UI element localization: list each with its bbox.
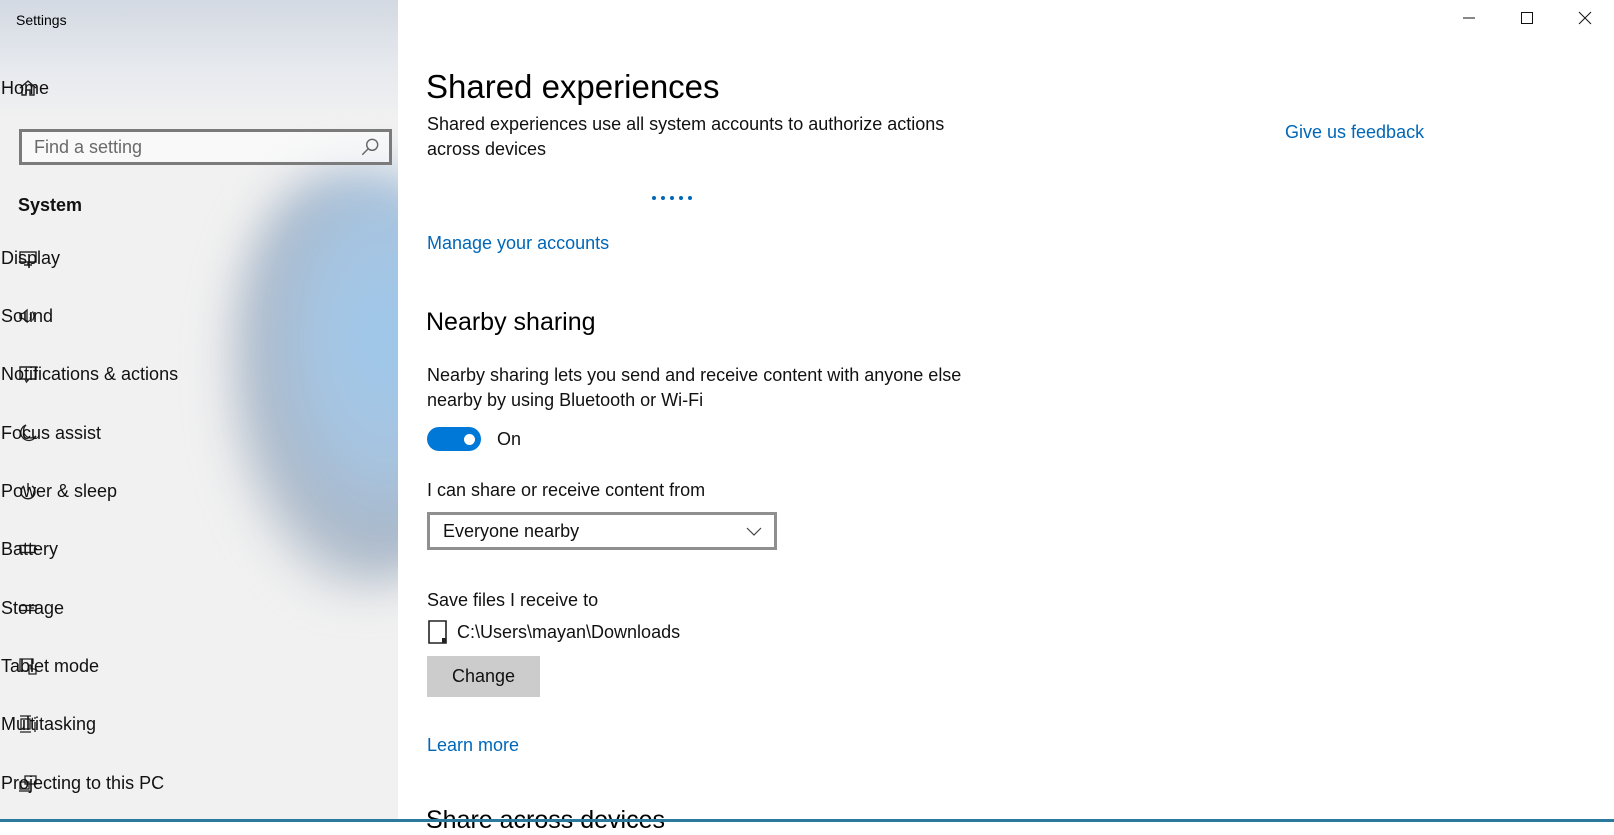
nearby-sharing-toggle[interactable] [427, 427, 481, 451]
sidebar-item-label: Display [1, 247, 61, 268]
loading-dot [688, 196, 692, 200]
loading-dots-indicator [652, 196, 692, 200]
manage-accounts-link[interactable]: Manage your accounts [427, 233, 609, 254]
sidebar-item-label: Sound [1, 305, 54, 326]
sidebar-item-label: Battery [1, 538, 59, 559]
minimize-button[interactable] [1440, 0, 1498, 36]
sidebar-item-label: Tablet mode [1, 655, 100, 676]
save-path-row: C:\Users\mayan\Downloads [427, 619, 680, 645]
sidebar-section-system: System [18, 195, 83, 215]
change-button[interactable]: Change [427, 656, 540, 697]
folder-drive-icon [428, 620, 447, 644]
nearby-sharing-description: Nearby sharing lets you send and receive… [427, 365, 962, 410]
sidebar-item-projecting[interactable]: Projecting to this PC [0, 761, 398, 805]
sidebar-item-sound[interactable]: Sound [0, 294, 398, 338]
sidebar-item-display[interactable]: Display [0, 236, 398, 280]
chevron-down-icon [746, 527, 762, 536]
nearby-sharing-heading: Nearby sharing [426, 308, 596, 336]
share-from-label: I can share or receive content from [427, 480, 706, 500]
loading-dot [661, 196, 665, 200]
minimize-icon [1463, 17, 1475, 19]
save-path: C:\Users\mayan\Downloads [457, 621, 681, 642]
search-input[interactable] [22, 135, 359, 159]
sidebar-item-multitasking[interactable]: Multitasking [0, 702, 398, 746]
maximize-button[interactable] [1498, 0, 1556, 36]
sidebar-item-home[interactable]: Home [0, 66, 398, 110]
share-from-dropdown[interactable]: Everyone nearby [427, 512, 777, 550]
sidebar-item-label: Focus assist [1, 422, 102, 443]
dropdown-selected-value: Everyone nearby [443, 520, 580, 541]
close-icon [1578, 11, 1592, 25]
close-button[interactable] [1556, 0, 1614, 36]
sidebar-item-battery[interactable]: Battery [0, 527, 398, 571]
search-box[interactable] [19, 129, 392, 165]
app-title: Settings [16, 12, 67, 28]
toggle-state-label: On [497, 429, 522, 449]
sidebar-item-notifications[interactable]: Notifications & actions [0, 352, 398, 396]
window-controls [1440, 0, 1614, 36]
give-feedback-link[interactable]: Give us feedback [1285, 122, 1424, 143]
loading-dot [652, 196, 656, 200]
sidebar: Settings Home System Display Sound Notif… [0, 0, 398, 822]
sidebar-item-label: Storage [1, 597, 65, 618]
sidebar-item-focus-assist[interactable]: Focus assist [0, 411, 398, 455]
learn-more-link[interactable]: Learn more [427, 735, 519, 756]
shared-experiences-description: Shared experiences use all system accoun… [427, 114, 945, 159]
loading-dot [679, 196, 683, 200]
sidebar-item-label: Projecting to this PC [1, 772, 165, 793]
sidebar-item-label: Home [1, 77, 50, 98]
loading-dot [670, 196, 674, 200]
save-to-label: Save files I receive to [427, 590, 599, 610]
sidebar-item-label: Multitasking [1, 713, 97, 734]
sidebar-item-power-sleep[interactable]: Power & sleep [0, 469, 398, 513]
sidebar-item-tablet-mode[interactable]: Tablet mode [0, 644, 398, 688]
toggle-knob [464, 434, 475, 445]
page-title: Shared experiences [426, 68, 720, 105]
sidebar-item-storage[interactable]: Storage [0, 586, 398, 630]
sidebar-item-label: Power & sleep [1, 480, 118, 501]
maximize-icon [1521, 12, 1533, 24]
search-icon[interactable] [359, 136, 381, 158]
sidebar-item-label: Notifications & actions [1, 363, 179, 384]
